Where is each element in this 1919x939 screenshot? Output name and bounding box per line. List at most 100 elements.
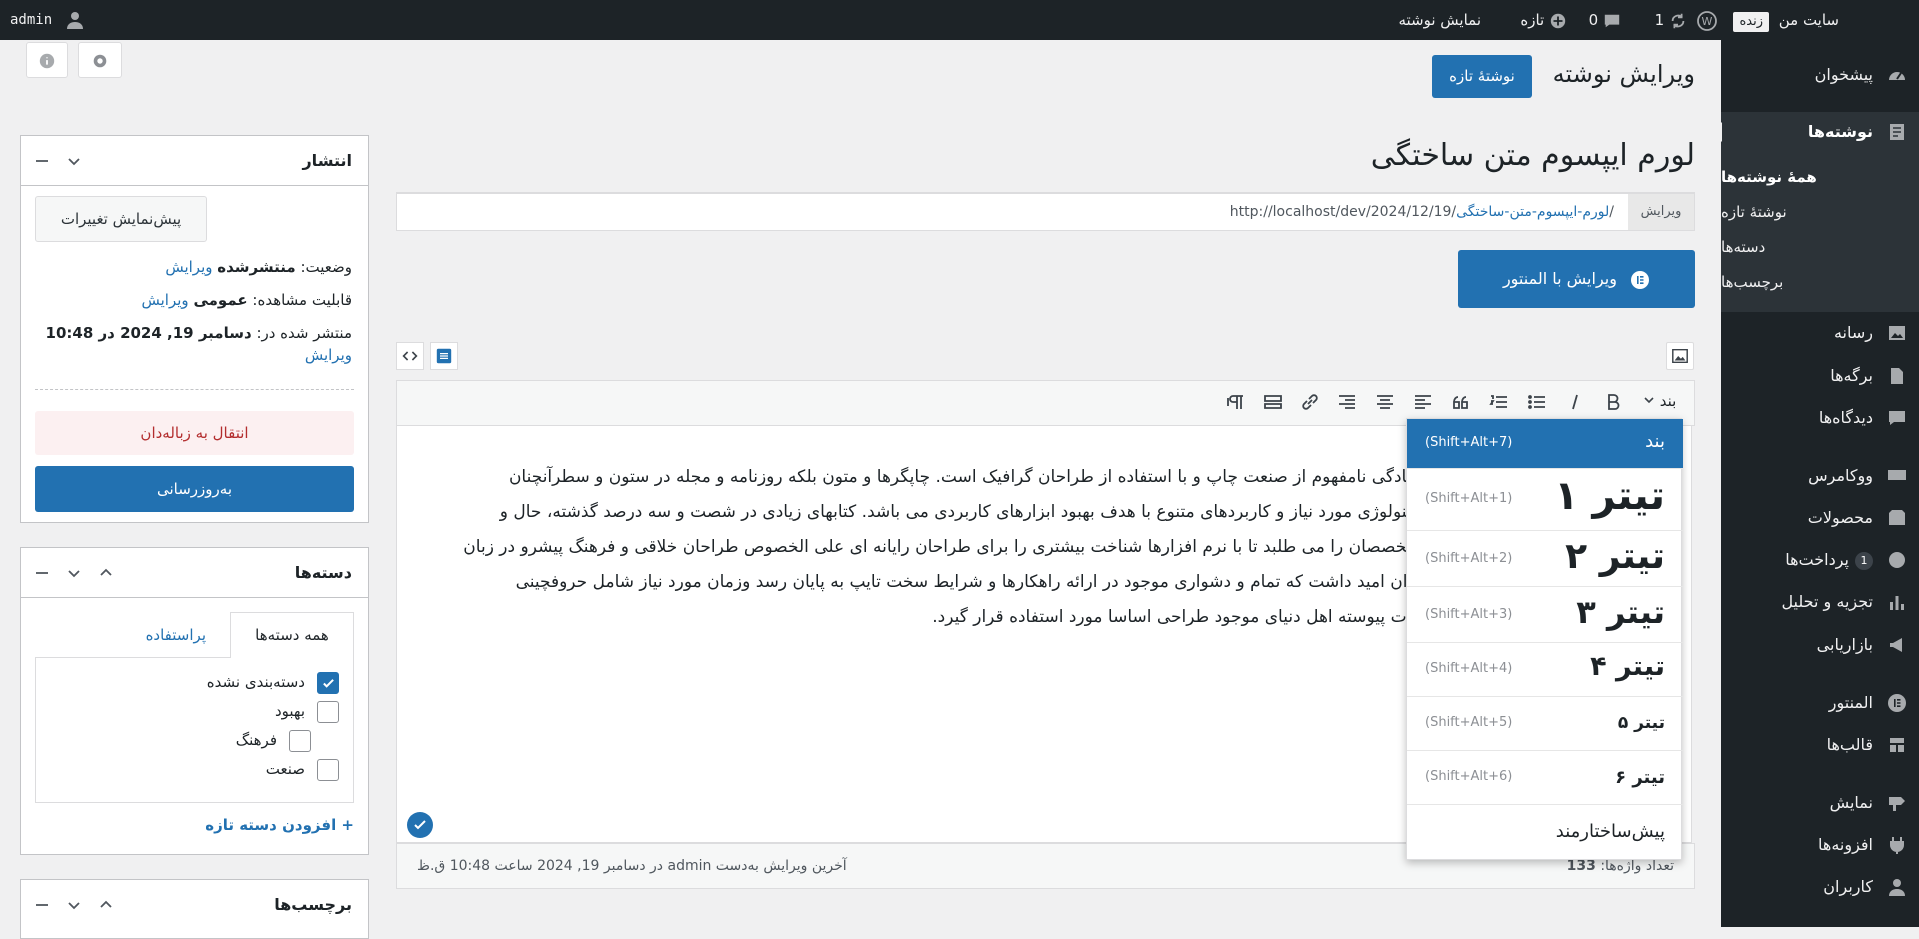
menu-plugins[interactable]: افزونه‌ها (1721, 825, 1919, 865)
add-new-category-link[interactable]: + افزودن دسته تازه (205, 816, 354, 834)
plugins-icon (1887, 835, 1907, 855)
menu-comments[interactable]: دیدگاه‌ها (1721, 398, 1919, 438)
category-checkbox-improvement[interactable] (317, 701, 339, 723)
edit-with-elementor-button[interactable]: ویرایش با المنتور (1458, 250, 1695, 308)
format-dropdown-menu: بند (Shift+Alt+7) تیتر ۱ (Shift+Alt+1) ت… (1406, 418, 1683, 860)
refresh-icon (1671, 13, 1685, 28)
page-icon (1887, 366, 1907, 386)
visual-editor-tab[interactable] (430, 342, 458, 370)
appearance-icon (1887, 793, 1907, 813)
collapse-icon[interactable] (33, 152, 51, 170)
code-editor-tab[interactable] (396, 342, 424, 370)
category-checkbox-culture[interactable] (289, 730, 311, 752)
menu-payments[interactable]: پرداخت‌ها 1 (1721, 540, 1919, 580)
last-edit-info: آخرین ویرایش به‌دست admin در دسامبر 19, … (417, 858, 847, 874)
tab-popular-categories[interactable]: پراستفاده (146, 612, 206, 658)
category-checkbox-industry[interactable] (317, 759, 339, 781)
published-date-edit-link[interactable]: ویرایش (305, 346, 352, 364)
comments-link[interactable]: 0 (1581, 0, 1621, 40)
align-right-button[interactable] (1337, 392, 1359, 414)
preview-changes-button[interactable]: پیش‌نمایش تغییرات (35, 196, 207, 242)
blockquote-button[interactable] (1451, 392, 1473, 414)
format-option-heading-5[interactable]: تیتر ۵ (Shift+Alt+5) (1407, 697, 1683, 751)
add-media-button[interactable] (1666, 342, 1694, 370)
menu-dashboard[interactable]: پیشخوان (1721, 55, 1919, 95)
italic-button[interactable] (1565, 392, 1587, 414)
chevron-up-icon[interactable] (97, 896, 115, 914)
collapse-icon[interactable] (33, 896, 51, 914)
update-button[interactable]: به‌روزرسانی (35, 466, 354, 512)
format-option-paragraph[interactable]: بند (Shift+Alt+7) (1407, 419, 1683, 469)
tags-box-title: برچسب‌ها (274, 895, 352, 914)
bullet-list-button[interactable] (1527, 392, 1549, 414)
menu-elementor[interactable]: المنتور (1721, 683, 1919, 723)
categories-box-title: دسته‌ها (294, 563, 352, 582)
format-option-preformatted[interactable]: پیش‌ساختارمند (1407, 805, 1683, 859)
format-option-heading-1[interactable]: تیتر ۱ (Shift+Alt+1) (1407, 469, 1683, 531)
posts-icon (1887, 122, 1907, 142)
gear-icon (93, 54, 107, 68)
read-more-button[interactable] (1263, 392, 1285, 414)
submenu-all-posts[interactable]: همهٔ نوشته‌ها (1721, 162, 1919, 192)
dashboard-icon (1887, 65, 1907, 85)
toolbar-toggle-button[interactable] (1226, 392, 1248, 414)
insert-link-button[interactable] (1300, 392, 1322, 414)
image-icon (1672, 348, 1688, 364)
category-checkbox-uncategorized[interactable] (317, 672, 339, 694)
numbered-list-button[interactable] (1489, 392, 1511, 414)
status-row: وضعیت: منتشرشده ویرایش (165, 258, 352, 276)
site-name-link[interactable]: سایت من (1779, 0, 1839, 40)
align-left-button[interactable] (1413, 392, 1435, 414)
menu-appearance[interactable]: نمایش (1721, 783, 1919, 823)
post-paragraph: سادگی نامفهوم از صنعت چاپ و با استفاده ا… (463, 467, 1421, 627)
screen-options-button[interactable] (78, 42, 122, 78)
info-icon (39, 53, 55, 69)
menu-marketing[interactable]: بازاریابی (1721, 625, 1919, 665)
menu-media[interactable]: رسانه (1721, 313, 1919, 353)
format-option-heading-4[interactable]: تیتر ۴ (Shift+Alt+4) (1407, 643, 1683, 697)
menu-analytics[interactable]: تجزیه و تحلیل (1721, 582, 1919, 622)
menu-woocommerce[interactable]: ووکامرس (1721, 456, 1919, 496)
format-option-heading-3[interactable]: تیتر ۳ (Shift+Alt+3) (1407, 587, 1683, 643)
grammar-check-icon[interactable] (407, 812, 433, 838)
format-option-heading-6[interactable]: تیتر ۶ (Shift+Alt+6) (1407, 751, 1683, 805)
format-option-heading-2[interactable]: تیتر ۲ (Shift+Alt+2) (1407, 531, 1683, 587)
menu-users[interactable]: کاربران (1721, 867, 1919, 907)
status-edit-link[interactable]: ویرایش (165, 258, 212, 276)
submenu-new-post[interactable]: نوشتهٔ تازه (1721, 197, 1919, 227)
bold-button[interactable] (1603, 392, 1625, 414)
post-title-input[interactable]: لورم ایپسوم متن ساختگی (396, 132, 1695, 194)
admin-sidebar: پیشخوان نوشته‌ها همهٔ نوشته‌ها نوشتهٔ تا… (1712, 40, 1919, 927)
analytics-icon (1887, 592, 1907, 612)
help-button[interactable] (26, 42, 68, 78)
visibility-edit-link[interactable]: ویرایش (142, 291, 189, 309)
wp-logo-icon[interactable]: W (1697, 0, 1717, 40)
menu-products[interactable]: محصولات (1721, 498, 1919, 538)
chevron-down-icon[interactable] (65, 564, 83, 582)
move-to-trash-button[interactable]: انتقال به زباله‌دان (35, 411, 354, 455)
updates-link[interactable]: 1 (1647, 0, 1687, 40)
submenu-tags[interactable]: برچسب‌ها (1721, 267, 1919, 297)
elementor-icon (1887, 693, 1907, 713)
collapse-icon[interactable] (33, 564, 51, 582)
categories-box: دسته‌ها همه دسته‌ها پراستفاده دسته‌بندی … (20, 547, 369, 855)
tab-all-categories[interactable]: همه دسته‌ها (230, 612, 354, 658)
visual-icon (436, 348, 452, 364)
menu-templates[interactable]: قالب‌ها (1721, 725, 1919, 765)
format-select[interactable]: بند (1643, 392, 1676, 410)
chevron-down-icon[interactable] (65, 896, 83, 914)
menu-pages[interactable]: برگه‌ها (1721, 356, 1919, 396)
chevron-down-icon[interactable] (65, 152, 83, 170)
view-post-link[interactable]: نمایش نوشته (1398, 0, 1481, 40)
user-account-menu[interactable]: admin (10, 0, 85, 40)
chevron-up-icon[interactable] (97, 564, 115, 582)
permalink-url[interactable]: http://localhost/dev/2024/12/19/لورم-ایپ… (1230, 194, 1614, 230)
submenu-categories[interactable]: دسته‌ها (1721, 232, 1919, 262)
visibility-row: قابلیت مشاهده: عمومی ویرایش (141, 291, 353, 309)
users-icon (1887, 877, 1907, 897)
payments-count-badge: 1 (1855, 551, 1873, 570)
new-content-link[interactable]: تازه (1512, 0, 1567, 40)
permalink-edit-button[interactable]: ویرایش (1628, 194, 1694, 230)
new-post-button[interactable]: نوشتهٔ تازه (1432, 55, 1532, 98)
align-center-button[interactable] (1375, 392, 1397, 414)
